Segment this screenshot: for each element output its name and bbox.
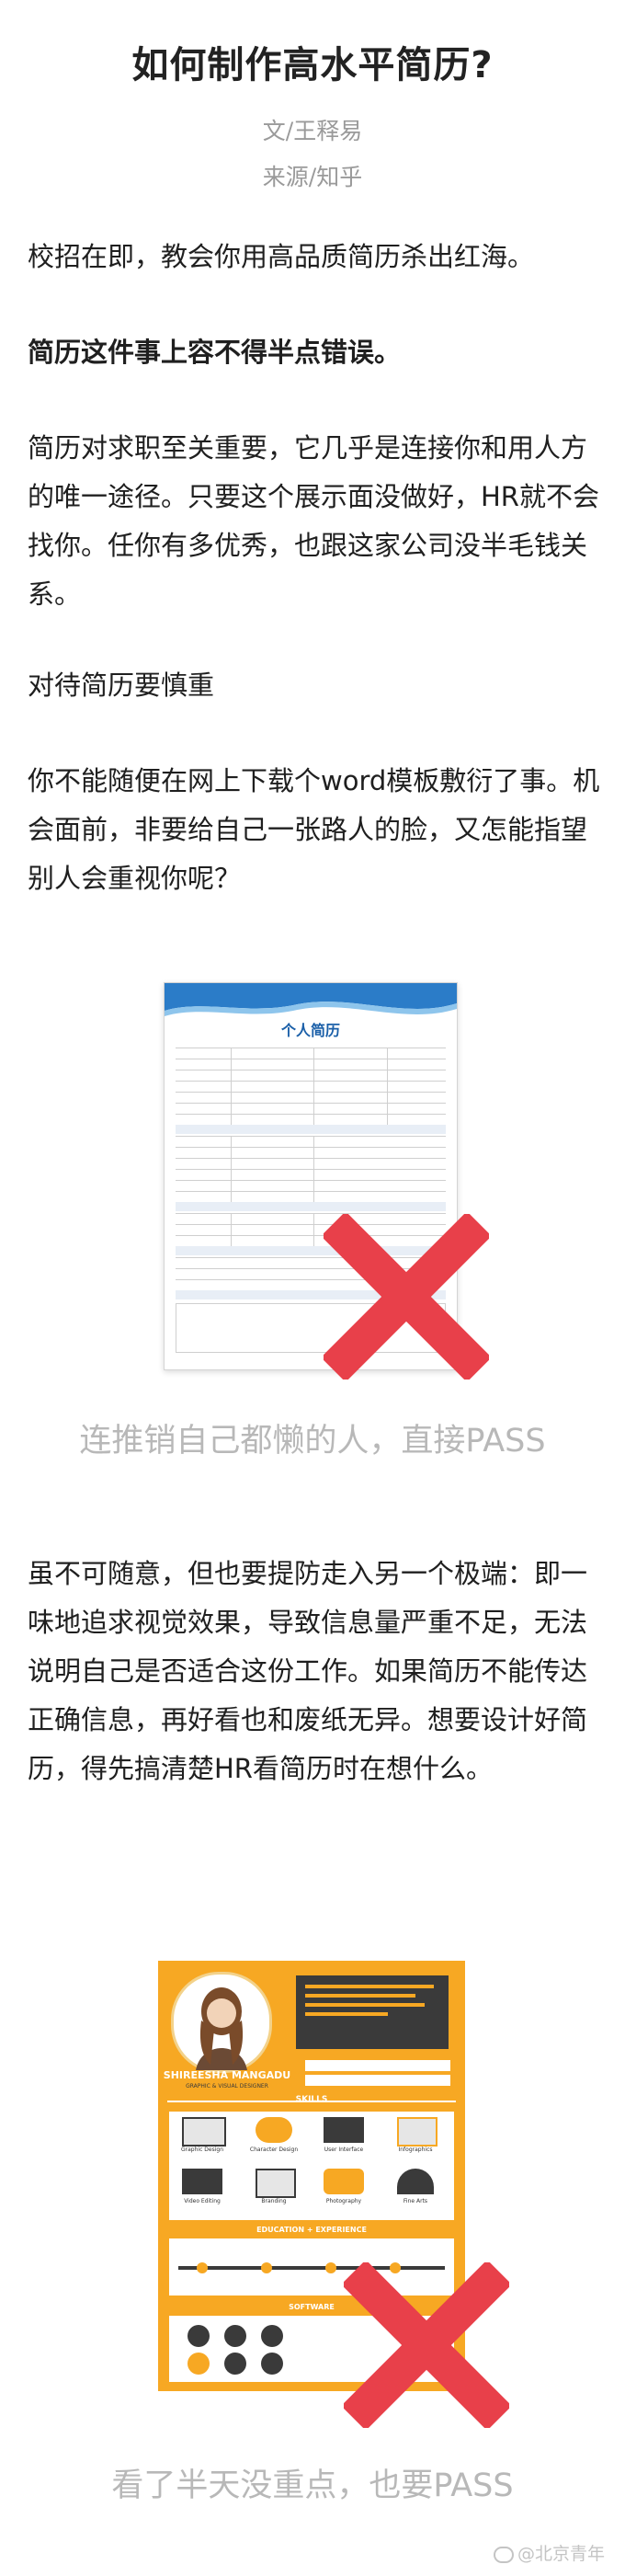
paragraph-intro: 校招在即，教会你用高品质简历杀出红海。	[28, 241, 535, 272]
paragraph-careful: 对待简历要慎重	[28, 670, 215, 701]
portrait-avatar	[171, 1972, 272, 2073]
resume-name: SHIREESHA MANGADU	[163, 2069, 291, 2081]
weibo-icon	[493, 2546, 514, 2563]
figure2-caption: 看了半天没重点，也要PASS	[111, 2467, 514, 2504]
skills-heading: SKILLS	[295, 2095, 328, 2104]
education-heading: EDUCATION + EXPERIENCE	[256, 2226, 367, 2234]
resume-title: 个人简历	[280, 1022, 340, 1039]
article-title: 如何制作高水平简历?	[131, 44, 494, 86]
paragraph-emphasis: 简历这件事上容不得半点错误。	[28, 337, 402, 368]
skills-grid: Graphic Design Character Design User Int…	[169, 2112, 454, 2220]
paragraph-extreme: 虽不可随意，但也要提防走入另一个极端：即一味地追求视觉效果，导致信息量严重不足，…	[28, 1558, 588, 1784]
author-line: 文/王释易	[262, 118, 363, 144]
resume-role: GRAPHIC & VISUAL DESIGNER	[186, 2083, 268, 2089]
reject-cross-icon	[324, 1214, 489, 1380]
source-line: 来源/知乎	[262, 164, 363, 190]
paragraph-importance: 简历对求职至关重要，它几乎是连接你和用人方的唯一途径。只要这个展示面没做好，HR…	[28, 432, 599, 610]
paragraph-template: 你不能随便在网上下载个word模板敷衍了事。机会面前，非要给自己一张路人的脸，又…	[28, 765, 600, 894]
reject-cross-icon	[344, 2262, 509, 2428]
weibo-watermark: @北京青年	[493, 2540, 605, 2565]
figure1-caption: 连推销自己都懒的人，直接PASS	[79, 1423, 546, 1460]
